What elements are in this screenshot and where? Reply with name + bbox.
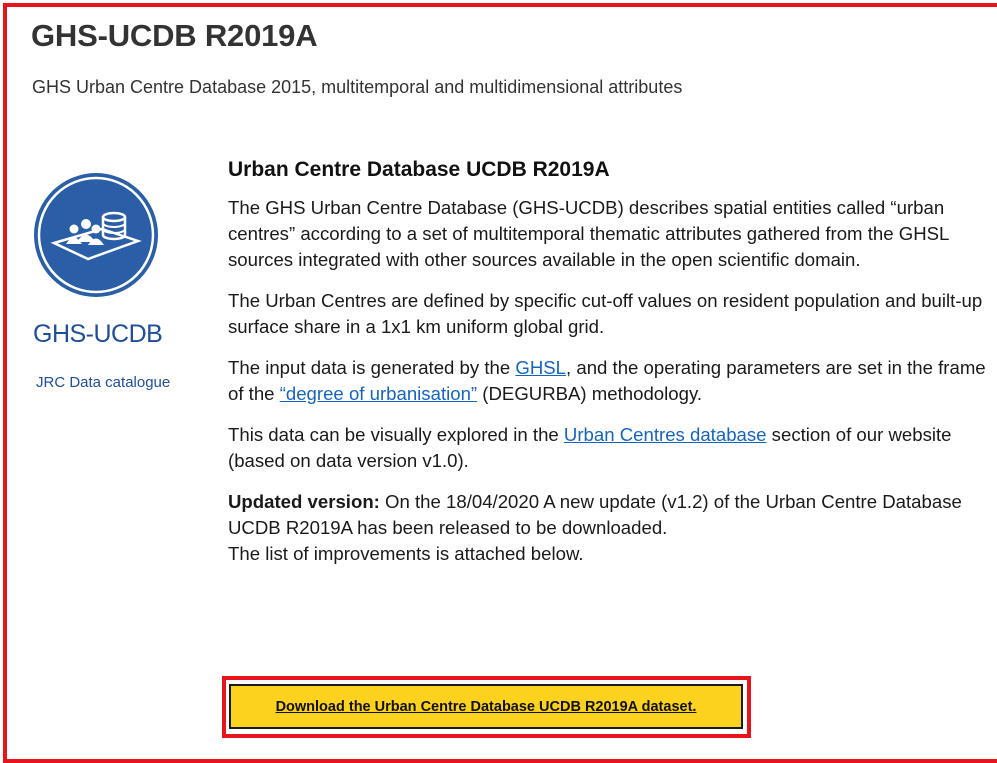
updated-version-label: Updated version: <box>228 491 380 512</box>
page-title: GHS-UCDB R2019A <box>31 18 318 53</box>
jrc-data-catalogue-link[interactable]: JRC Data catalogue <box>36 374 170 391</box>
description-paragraph: The GHS Urban Centre Database (GHS-UCDB)… <box>228 197 949 270</box>
page-subtitle: GHS Urban Centre Database 2015, multitem… <box>32 77 683 97</box>
main-content: Urban Centre Database UCDB R2019A The GH… <box>228 158 988 582</box>
text-segment: The input data is generated by the <box>228 357 516 378</box>
degree-of-urbanisation-link[interactable]: “degree of urbanisation” <box>280 383 477 404</box>
text-segment: (DEGURBA) methodology. <box>477 383 703 404</box>
definition-paragraph: The Urban Centres are defined by specifi… <box>228 290 983 337</box>
explore-paragraph: This data can be visually explored in th… <box>228 422 988 474</box>
logo-name: GHS-UCDB <box>33 320 163 348</box>
input-data-paragraph: The input data is generated by the GHSL,… <box>228 355 988 407</box>
updated-version-paragraph: Updated version: On the 18/04/2020 A new… <box>228 489 988 567</box>
section-title: Urban Centre Database UCDB R2019A <box>228 158 610 181</box>
download-dataset-button[interactable]: Download the Urban Centre Database UCDB … <box>229 684 743 729</box>
text-segment: This data can be visually explored in th… <box>228 424 564 445</box>
urban-centres-database-link[interactable]: Urban Centres database <box>564 424 767 445</box>
ghsl-link[interactable]: GHSL <box>515 357 566 378</box>
ghs-ucdb-logo-icon <box>30 169 162 301</box>
improvements-note: The list of improvements is attached bel… <box>228 543 584 564</box>
